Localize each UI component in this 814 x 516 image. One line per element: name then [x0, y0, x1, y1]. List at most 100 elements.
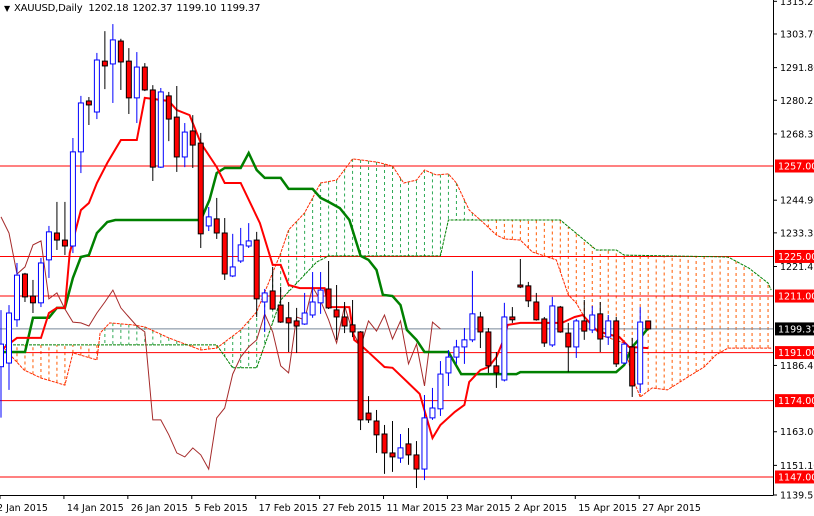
level-price-label-text: 1191.00 [778, 348, 814, 359]
candle-body [157, 91, 164, 168]
candle-body [293, 320, 300, 327]
price-tick-label: 1151.10 [780, 461, 814, 472]
bearish-candle [629, 337, 636, 397]
bullish-candle [157, 87, 164, 168]
bearish-candle [493, 352, 500, 388]
bearish-candle [85, 97, 92, 126]
candle-body [589, 314, 596, 331]
bearish-candle [141, 63, 148, 92]
bullish-candle [77, 95, 84, 174]
candle-body [453, 346, 460, 358]
candle-body [405, 443, 412, 456]
candle-body [413, 454, 420, 470]
candle-body [517, 284, 524, 288]
candle-body [229, 266, 236, 277]
candle-body [389, 452, 396, 458]
time-tick-label: 26 Jan 2015 [131, 503, 188, 514]
bearish-candle [165, 91, 172, 142]
time-tick-label: 27 Apr 2015 [642, 503, 701, 514]
bullish-candle [437, 361, 444, 416]
candle-body [45, 231, 52, 261]
bearish-candle [613, 316, 620, 367]
candle-body [29, 295, 36, 304]
bearish-candle [597, 301, 604, 353]
candle-body [133, 66, 140, 99]
candle-body [477, 316, 484, 333]
bullish-candle [181, 123, 188, 168]
candle-body [565, 332, 572, 348]
current-price-label: 1199.37 [775, 322, 814, 336]
time-tick-label: 2 Apr 2015 [514, 503, 567, 514]
candle-body [221, 232, 228, 275]
candle-body [189, 130, 196, 146]
bullish-candle [69, 138, 76, 254]
bullish-candle [93, 52, 100, 120]
candle-body [525, 285, 532, 302]
bearish-candle [189, 115, 196, 168]
candle-body [301, 312, 308, 325]
candle-body [261, 292, 268, 303]
price-tick-label: 1268.35 [780, 129, 814, 140]
bearish-candle [413, 441, 420, 488]
candle-body [429, 407, 436, 419]
bearish-candle [29, 279, 36, 314]
bullish-candle [37, 257, 44, 308]
candle-body [141, 66, 148, 91]
candle-body [317, 289, 324, 304]
bullish-candle [469, 270, 476, 343]
price-tick-label: 1244.90 [780, 196, 814, 207]
bullish-candle [453, 339, 460, 364]
bearish-candle [117, 38, 124, 90]
axes: 1315.25 1303.70 1291.80 1280.25 1268.35 1244.… [0, 0, 814, 514]
bullish-candle [549, 296, 556, 347]
price-tick-label: 1221.45 [780, 262, 814, 273]
candle-body [5, 312, 12, 364]
candle-body [573, 320, 580, 348]
candle-body [237, 244, 244, 262]
bearish-candle [405, 428, 412, 465]
candle-body [493, 365, 500, 374]
bearish-candle [221, 218, 228, 280]
candle-body [365, 412, 372, 421]
candle-body [173, 116, 180, 158]
candle-body [125, 60, 132, 99]
candle-body [397, 447, 404, 459]
bullish-candle [621, 342, 628, 365]
bearish-candle [173, 85, 180, 172]
level-price-label-text: 1174.00 [778, 396, 814, 407]
bearish-candle [517, 259, 524, 289]
bullish-candle [133, 52, 140, 124]
price-tick-label: 1303.70 [780, 29, 814, 40]
bearish-candle [381, 424, 388, 474]
candle-body [533, 301, 540, 321]
level-price-label: 1211.00 [775, 289, 814, 303]
bearish-candle [53, 201, 60, 250]
candle-body [325, 288, 332, 309]
price-chart[interactable]: 1315.25 1303.70 1291.80 1280.25 1268.35 1244.… [0, 0, 814, 516]
bullish-candle [461, 327, 468, 364]
bullish-candle [261, 288, 268, 332]
price-tick-label: 1139.55 [780, 491, 814, 502]
candle-body [109, 39, 116, 65]
bearish-candle [533, 292, 540, 321]
bearish-candle [61, 201, 68, 256]
bearish-candle [373, 409, 380, 453]
candle-body [541, 318, 548, 344]
candle-body [629, 346, 636, 387]
bullish-candle [5, 305, 12, 390]
bearish-candle [645, 320, 652, 330]
candle-body [21, 273, 28, 298]
bearish-candle [101, 31, 108, 90]
bearish-candle [213, 197, 220, 239]
senkou-span-b-line [1, 219, 772, 369]
bullish-candle [109, 24, 116, 103]
candle-body [77, 102, 84, 153]
tenkan-sen-line [0, 96, 649, 441]
level-price-label: 1174.00 [775, 394, 814, 408]
candle-body [333, 309, 340, 318]
bullish-candle [501, 302, 508, 382]
bullish-candle [637, 307, 644, 394]
candle-body [93, 59, 100, 113]
bearish-candle [485, 327, 492, 373]
candle-body [149, 89, 156, 168]
